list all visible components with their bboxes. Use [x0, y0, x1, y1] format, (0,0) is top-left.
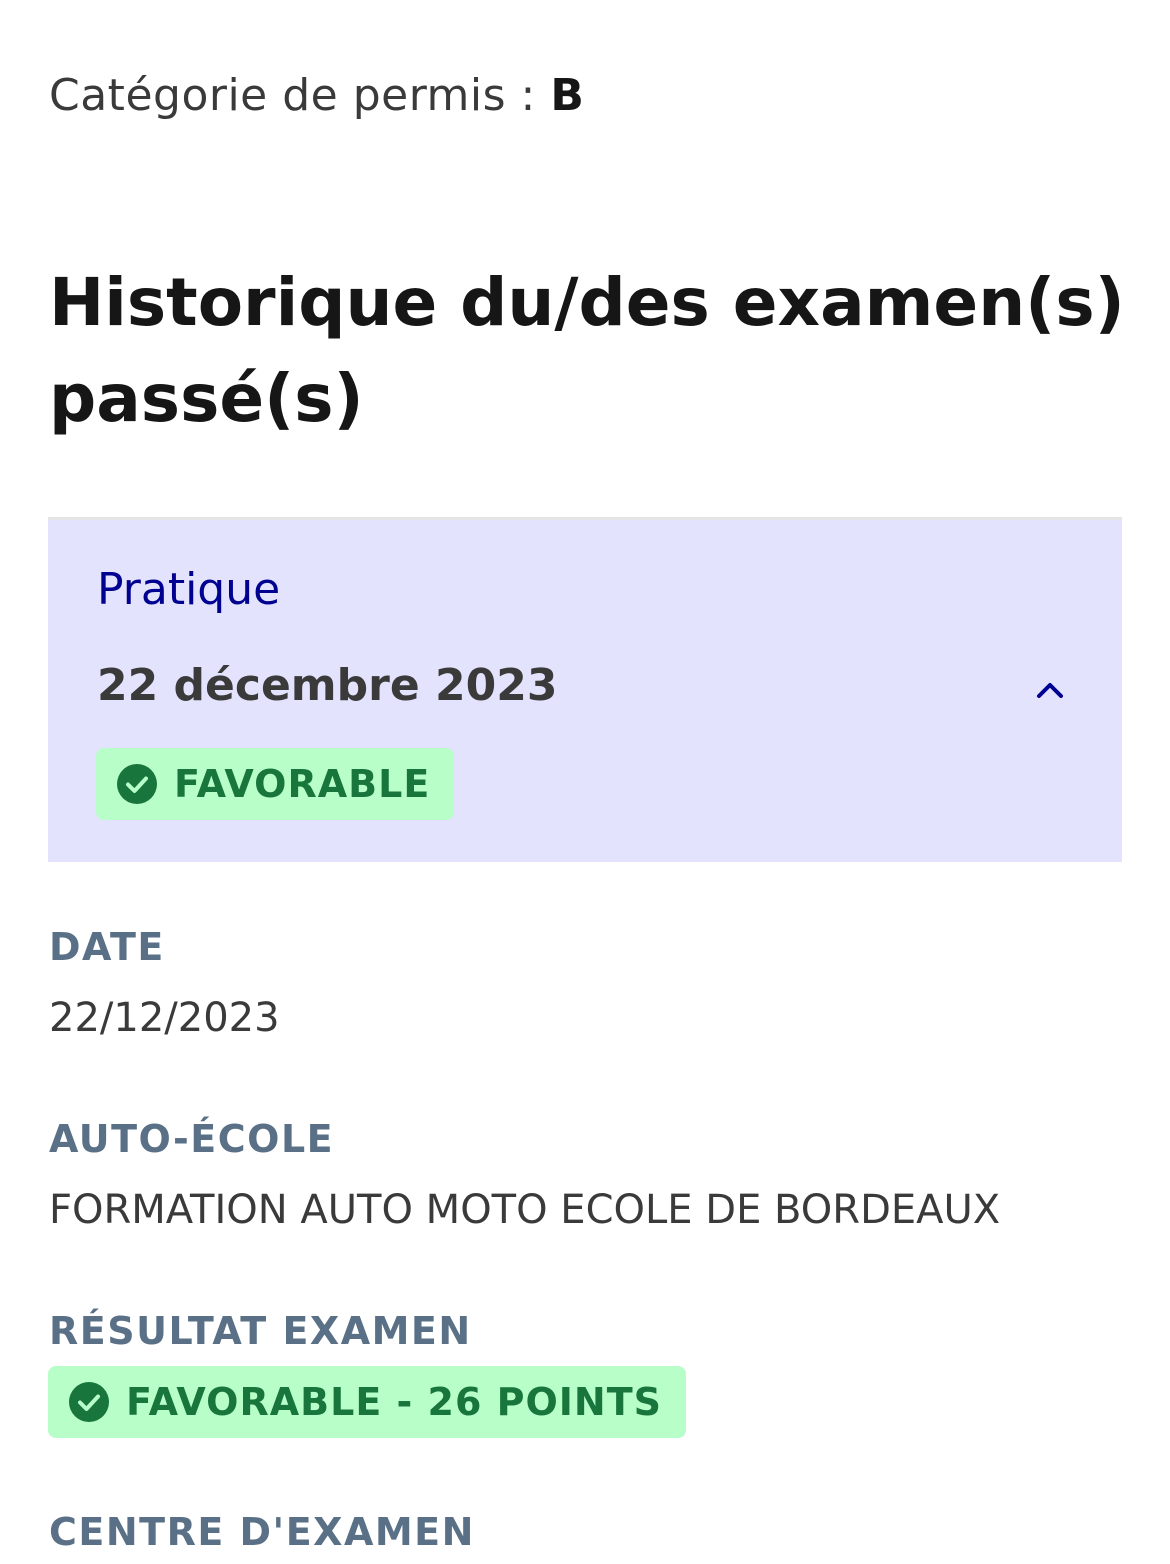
license-category: Catégorie de permis : B	[49, 66, 584, 126]
check-circle-icon	[117, 764, 157, 804]
check-circle-icon	[69, 1382, 109, 1422]
exam-result-badge: FAVORABLE - 26 POINTS	[48, 1366, 687, 1438]
exam-accordion-header[interactable]: Pratique 22 décembre 2023 FAVORABLE	[48, 517, 1122, 862]
status-badge: FAVORABLE	[96, 748, 455, 820]
exam-result-label: RÉSULTAT EXAMEN	[49, 1309, 472, 1353]
license-category-label: Catégorie de permis :	[49, 70, 551, 121]
driving-school-label: AUTO-ÉCOLE	[49, 1117, 335, 1161]
page-title: Historique du/des examen(s) passé(s)	[49, 264, 1125, 437]
chevron-up-icon[interactable]	[1032, 672, 1068, 708]
exam-result-badge-label: FAVORABLE - 26 POINTS	[126, 1380, 663, 1424]
driving-school-value: FORMATION AUTO MOTO ECOLE DE BORDEAUX	[49, 1187, 1001, 1233]
status-badge-label: FAVORABLE	[174, 762, 431, 806]
date-value: 22/12/2023	[49, 995, 280, 1041]
exam-date-heading: 22 décembre 2023	[97, 660, 558, 711]
exam-center-label: CENTRE D'EXAMEN	[49, 1510, 475, 1554]
exam-type: Pratique	[97, 564, 281, 615]
license-category-value: B	[550, 70, 585, 121]
date-label: DATE	[49, 925, 165, 969]
